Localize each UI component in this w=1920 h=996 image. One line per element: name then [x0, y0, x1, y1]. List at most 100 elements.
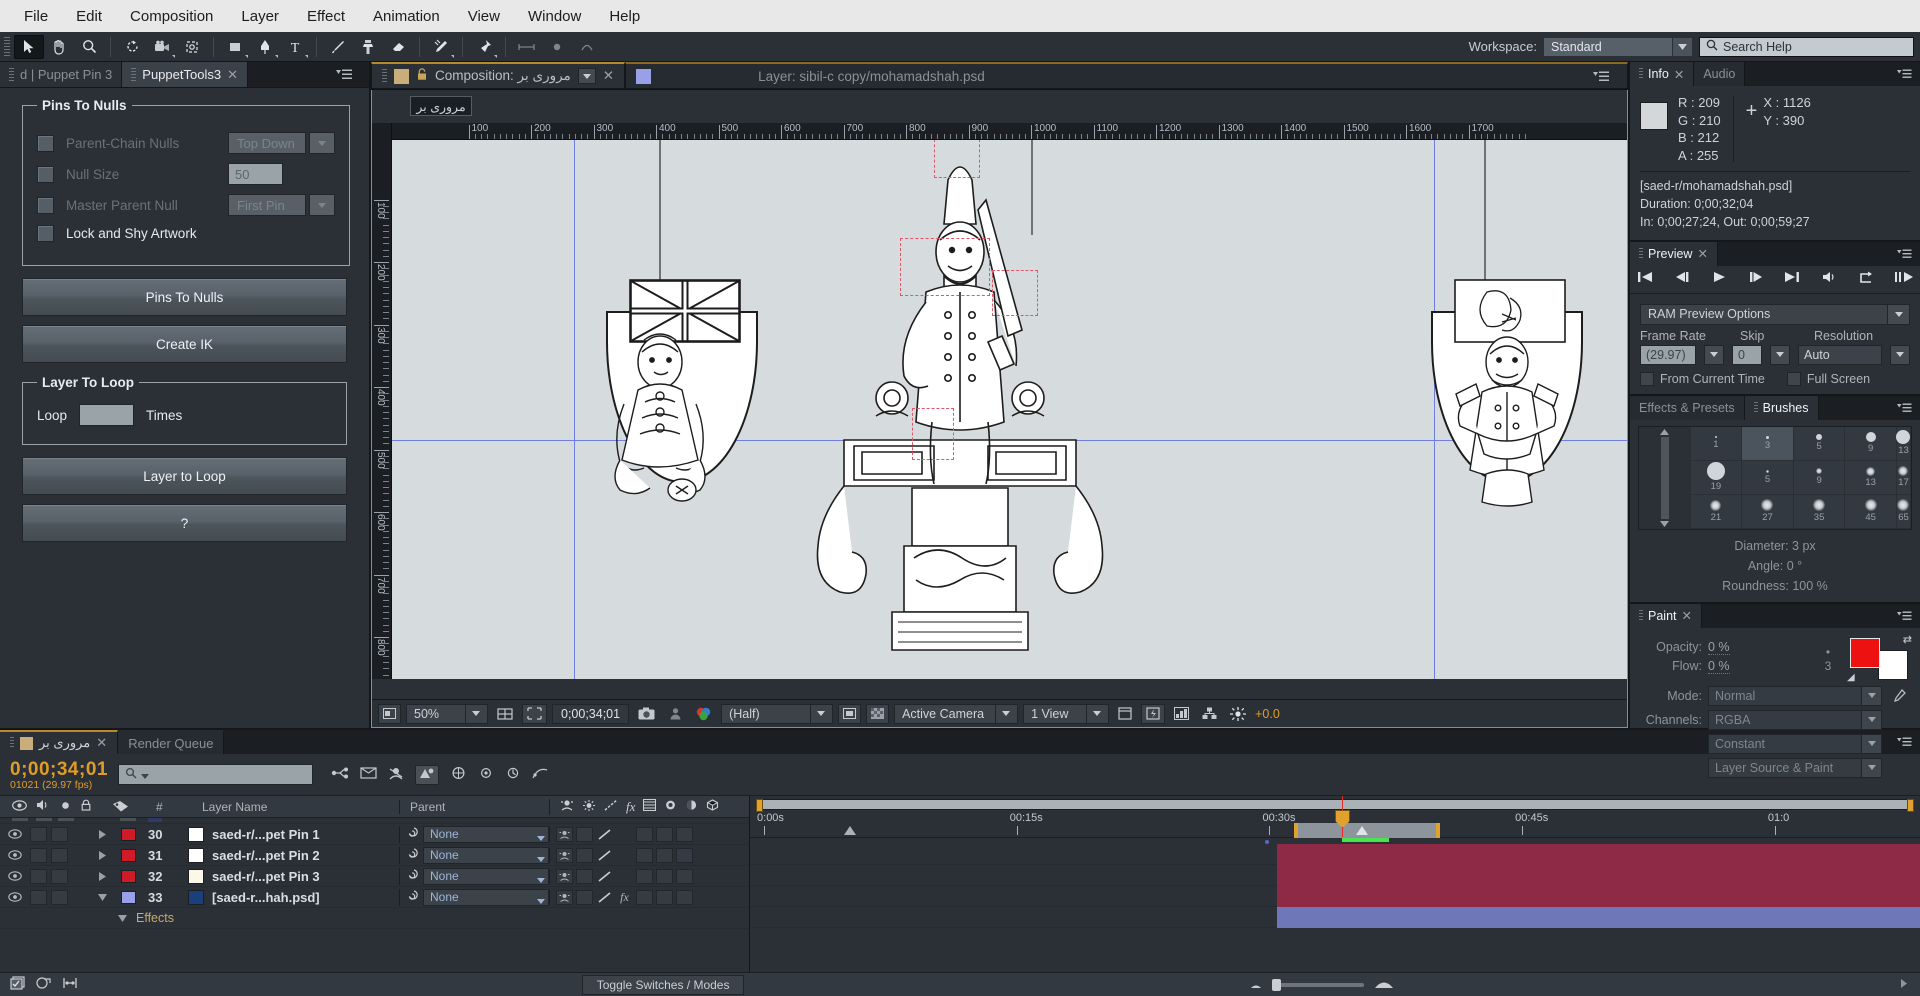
timeline-lane[interactable] [750, 886, 1920, 907]
master-parent-null-checkbox[interactable] [37, 196, 54, 214]
grid-guides-icon[interactable] [493, 704, 517, 724]
brush-diameter[interactable]: Diameter: 3 px [1638, 536, 1912, 556]
parent-select[interactable]: None [423, 888, 549, 906]
motion-blur-switch[interactable] [656, 847, 673, 863]
time-ruler[interactable]: 0:00s 00:15s 00:30s 00:45s 01:0 [750, 796, 1920, 838]
brush-roundness[interactable]: Roundness: 100 % [1638, 576, 1912, 596]
layer-twirl-icon[interactable] [92, 871, 112, 881]
from-current-time-row[interactable]: From Current Time [1640, 371, 1765, 386]
next-frame-icon[interactable] [1747, 270, 1765, 287]
resolution-input[interactable]: Auto [1798, 344, 1882, 365]
create-ik-button[interactable]: Create IK [22, 325, 347, 363]
parent-pickwhip-icon[interactable] [405, 889, 418, 905]
layer-visibility-toggle[interactable] [0, 829, 30, 839]
layer-name[interactable]: saed-r/...pet Pin 3 [208, 869, 399, 884]
selection-tool[interactable] [14, 34, 44, 59]
camera-select[interactable]: Active Camera [894, 703, 1019, 724]
timeline-zoom-knob[interactable] [1272, 978, 1282, 991]
flow-value[interactable]: 0 % [1708, 659, 1730, 674]
layer-audio-solo-toggles[interactable] [30, 868, 92, 884]
master-parent-null-select[interactable]: First Pin [228, 194, 306, 216]
layer-parent-cell[interactable]: None [399, 846, 549, 864]
layer-visibility-toggle[interactable] [0, 850, 30, 860]
duration-select[interactable]: Constant [1708, 733, 1882, 754]
brush-preset-cell[interactable]: 21 [1690, 494, 1743, 529]
previous-frame-icon[interactable] [1673, 270, 1691, 287]
parent-select[interactable]: None [423, 825, 549, 843]
menu-item-help[interactable]: Help [595, 6, 654, 27]
comp-flowchart-icon[interactable] [1198, 704, 1221, 724]
viewer-panel-menu-button[interactable] [1585, 71, 1617, 82]
loop-times-input[interactable] [79, 404, 135, 426]
toolbar-grip[interactable] [4, 36, 10, 57]
layer-twirl-icon[interactable] [92, 829, 112, 839]
brushes-panel-menu-button[interactable] [1889, 396, 1920, 420]
search-help-input[interactable]: Search Help [1699, 36, 1914, 57]
foreground-color-swatch[interactable] [1850, 637, 1880, 668]
layer-twirl-icon[interactable] [92, 850, 112, 860]
zoom-in-icon[interactable] [1374, 977, 1394, 992]
brush-preset-cell[interactable]: 35 [1793, 494, 1846, 529]
brush-preset-cell[interactable]: 9 [1845, 426, 1897, 461]
layer-switches-icon[interactable] [36, 976, 52, 993]
shy-switch[interactable] [556, 847, 573, 863]
three-d-switch[interactable] [676, 868, 693, 884]
table-row[interactable]: 33 [saed-r...hah.psd] None fx [0, 887, 749, 908]
work-area-bar[interactable] [756, 799, 1914, 812]
brush-preset-cell[interactable]: 5 [1793, 426, 1846, 461]
brush-preset-cell[interactable]: 5 [1742, 460, 1794, 495]
three-d-switch[interactable] [676, 826, 693, 842]
menu-item-animation[interactable]: Animation [359, 6, 454, 27]
close-icon[interactable]: ✕ [96, 735, 107, 751]
graph-editor-toggle-icon[interactable] [62, 976, 78, 993]
quality-switch[interactable] [596, 869, 613, 884]
tab-preview[interactable]: Preview ✕ [1630, 241, 1718, 266]
pen-tool[interactable] [250, 35, 280, 59]
quality-switch[interactable] [596, 890, 613, 905]
frame-blend-switch[interactable] [636, 868, 653, 884]
table-row[interactable]: 32 saed-r/...pet Pin 3 None [0, 866, 749, 887]
menu-item-edit[interactable]: Edit [62, 6, 116, 27]
layer-twirl-icon[interactable] [92, 893, 112, 901]
align-left-icon[interactable] [512, 35, 542, 59]
table-row[interactable]: 31 saed-r/...pet Pin 2 None [0, 845, 749, 866]
lock-and-shy-artwork-checkbox[interactable] [37, 225, 54, 242]
brush-grid-scrollbar[interactable] [1639, 426, 1691, 529]
exposure-value[interactable]: +0.0 [1255, 707, 1280, 721]
brush-preset-cell[interactable]: 27 [1742, 494, 1794, 529]
tab-brushes[interactable]: Brushes [1744, 395, 1819, 420]
quality-switch[interactable] [596, 848, 613, 863]
motion-sketch-icon[interactable] [572, 35, 602, 59]
brainstorm-icon[interactable] [478, 766, 494, 783]
parent-pickwhip-icon[interactable] [405, 868, 418, 884]
layer-name[interactable]: saed-r/...pet Pin 1 [208, 827, 399, 842]
record-dot-icon[interactable] [542, 35, 572, 59]
work-area-end-handle[interactable] [1907, 799, 1914, 812]
skip-input[interactable]: 0 [1732, 344, 1762, 365]
brush-tool[interactable] [323, 35, 353, 59]
always-preview-icon[interactable] [378, 703, 401, 724]
menu-item-composition[interactable]: Composition [116, 6, 227, 27]
timeline-vertical-scrollbar[interactable] [1906, 838, 1920, 842]
tab-puppet-pin-3[interactable]: d | Puppet Pin 3 [0, 62, 123, 87]
close-icon[interactable]: ✕ [227, 67, 238, 83]
tab-timeline-comp[interactable]: مروری بر ✕ [0, 730, 119, 754]
brush-preset-cell[interactable]: 13 [1896, 426, 1911, 461]
hide-shy-layers-icon[interactable] [388, 766, 404, 783]
puppet-pin-tool[interactable] [469, 35, 499, 59]
brush-preset-cell[interactable]: 1 [1690, 426, 1743, 461]
toggle-switches-modes-button[interactable]: Toggle Switches / Modes [581, 974, 745, 995]
shy-switch[interactable] [556, 889, 573, 905]
region-preview-icon[interactable] [838, 703, 862, 724]
first-frame-icon[interactable] [1636, 270, 1654, 287]
mode-select[interactable]: Normal [1708, 685, 1882, 706]
show-snapshot-icon[interactable] [664, 704, 686, 724]
menu-item-file[interactable]: File [10, 6, 62, 27]
puppet-pin-box-4[interactable] [912, 408, 954, 460]
parent-chain-nulls-select[interactable]: Top Down [228, 132, 306, 154]
full-screen-row[interactable]: Full Screen [1786, 371, 1870, 386]
comp-nav-icon[interactable] [10, 976, 26, 993]
parent-select[interactable]: None [423, 867, 549, 885]
motion-blur-switch[interactable] [656, 826, 673, 842]
timeline-graph[interactable]: 0:00s 00:15s 00:30s 00:45s 01:0 [750, 796, 1920, 972]
